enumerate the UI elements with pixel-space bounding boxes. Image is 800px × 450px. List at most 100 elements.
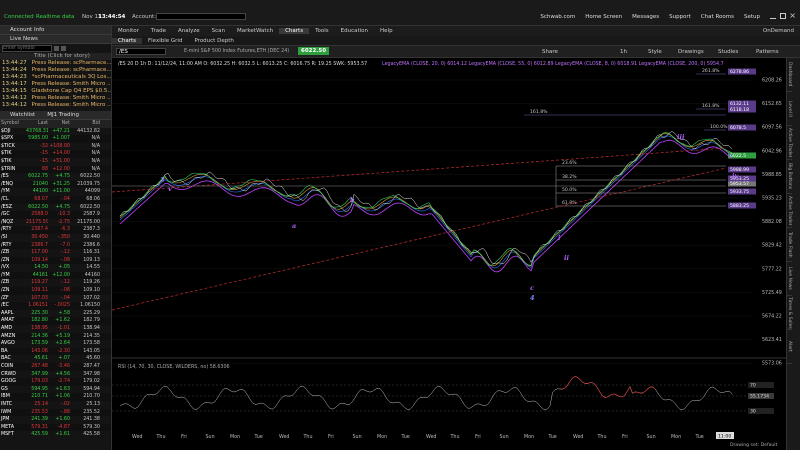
watchlist-row[interactable]: AAPL 225.30 +.58 225.29 xyxy=(0,310,111,318)
watchlist-row[interactable]: META 579.31 -4.87 579.30 xyxy=(0,423,111,432)
watchlist-row[interactable]: GS 594.95 +1.63 594.94 xyxy=(0,386,111,394)
account-field[interactable] xyxy=(156,13,246,20)
news-item[interactable]: 13:44:15 Gladstone Cap Q4 EPS $0.5... xyxy=(0,88,111,95)
watchlist-row[interactable]: /CL 68.07 -.04 68.06 xyxy=(0,195,111,204)
symbol-input[interactable] xyxy=(2,45,52,52)
col-net[interactable]: Net xyxy=(48,120,70,128)
watchlist-row[interactable]: /GC 2588.0 -10.3 2587.9 xyxy=(0,211,111,219)
wave-label[interactable]: iii xyxy=(677,133,685,141)
wave-label[interactable]: 4 xyxy=(530,294,535,302)
watchlist-row[interactable]: /EC 1.06151 -.0025 1.06150 xyxy=(0,302,111,310)
gadget-tab[interactable]: Active Trader xyxy=(787,194,792,228)
watchlist-label[interactable]: Watchlist xyxy=(10,111,35,119)
watchlist-row[interactable]: /VX 14.50 +.05 14.55 xyxy=(0,264,111,272)
maximize-icon[interactable] xyxy=(780,13,786,19)
drawings-menu[interactable]: Drawings xyxy=(678,49,704,55)
gadget-tab[interactable]: Alert xyxy=(787,330,792,364)
wave-label[interactable]: b xyxy=(350,196,355,204)
patterns-menu[interactable]: Patterns xyxy=(756,49,779,55)
tab-analyze[interactable]: Analyze xyxy=(172,28,206,34)
filter-icon[interactable] xyxy=(54,46,59,51)
price-chart[interactable]: /ES 20 D 1h D: 11/12/24, 11:00 AM O: 603… xyxy=(112,58,786,450)
watchlist-row[interactable]: BA 143.06 -2.30 143.05 xyxy=(0,347,111,356)
news-item[interactable]: 13:44:23 *scPharmaceuticals 3Q Los... xyxy=(0,74,111,81)
wave-label[interactable]: 3 xyxy=(160,176,165,184)
tab-monitor[interactable]: Monitor xyxy=(112,28,145,34)
wave-label[interactable]: ii xyxy=(564,254,569,262)
settings-icon[interactable] xyxy=(61,46,66,51)
watchlist-row[interactable]: COIN 287.48 -3.46 287.47 xyxy=(0,363,111,371)
watchlist-row[interactable]: IBM 210.71 +1.06 210.70 xyxy=(0,393,111,401)
tab-education[interactable]: Education xyxy=(335,28,374,34)
watchlist-row[interactable]: /ZN 109.14 -.08 109.13 xyxy=(0,256,111,265)
watchlist-row[interactable]: /RTY 2387.4 -6.3 2387.3 xyxy=(0,226,111,234)
watchlist-row[interactable]: /YM 44100 +11.00 44099 xyxy=(0,188,111,196)
account-info-header[interactable]: Account Info xyxy=(0,26,111,35)
gadget-tab[interactable]: Level II xyxy=(787,92,792,126)
watchlist-row[interactable]: $TIK -15 +14.00 N/A xyxy=(0,150,111,158)
watchlist-row[interactable]: AMAT 182.80 +1.62 182.79 xyxy=(0,317,111,326)
studies-menu[interactable]: Studies xyxy=(718,49,738,55)
watchlist-row[interactable]: INTC 25.14 -.02 25.13 xyxy=(0,401,111,409)
gadget-tab[interactable]: Dashboard xyxy=(787,58,792,92)
subtab-charts[interactable]: Charts xyxy=(112,37,142,44)
messages-link[interactable]: Messages xyxy=(632,14,659,20)
tab-charts[interactable]: Charts xyxy=(279,28,310,34)
news-item[interactable]: 13:44:17 Press Release: Smith Micro ... xyxy=(0,81,111,88)
ondemand-button[interactable]: OnDemand xyxy=(757,28,800,34)
watchlist-row[interactable]: /ENQ 21040 +31.25 21039.75 xyxy=(0,180,111,189)
watchlist-row[interactable]: $TIK -15 +51.00 N/A xyxy=(0,158,111,166)
watchlist-row[interactable]: MSFT 425.59 +1.61 425.58 xyxy=(0,431,111,439)
timeframe-selector[interactable]: 1h xyxy=(620,49,627,55)
watchlist-row[interactable]: /YM 44161 +12.00 44160 xyxy=(0,271,111,280)
wave-label[interactable]: iv xyxy=(732,172,738,180)
news-item[interactable]: 13:44:24 Press Release: scPharmace... xyxy=(0,67,111,74)
gadget-tab[interactable]: Live News xyxy=(787,262,792,296)
news-item[interactable]: 13:44:12 Press Release: Smith Micro ... xyxy=(0,102,111,109)
watchlist-row[interactable]: JPM 241.39 +1.60 241.38 xyxy=(0,416,111,424)
watchlist-row[interactable]: $SPX 5985.00 +1.007 N/A xyxy=(0,135,111,143)
watchlist-row[interactable]: GOOG 179.03 -2.74 179.02 xyxy=(0,378,111,386)
tab-help[interactable]: Help xyxy=(374,28,399,34)
watchlist-row[interactable]: $TICK -32 +108.00 N/A xyxy=(0,143,111,151)
home-screen-link[interactable]: Home Screen xyxy=(585,14,622,20)
tab-tools[interactable]: Tools xyxy=(309,28,335,34)
gadget-tab[interactable]: Big Buttons xyxy=(787,160,792,194)
watchlist-row[interactable]: IWM 235.53 -.88 235.52 xyxy=(0,408,111,417)
support-link[interactable]: Support xyxy=(669,14,691,20)
watchlist-row[interactable]: CRWD 347.99 +4.56 347.98 xyxy=(0,371,111,379)
subtab-product-depth[interactable]: Product Depth xyxy=(188,38,239,44)
tab-scan[interactable]: Scan xyxy=(206,28,231,34)
gadget-tab[interactable]: Times & Sales xyxy=(787,296,792,330)
schwab-link[interactable]: Schwab.com xyxy=(540,14,575,20)
share-button[interactable]: Share xyxy=(542,49,558,55)
watchlist-row[interactable]: $TRIN 88 +12.00 N/A xyxy=(0,165,111,174)
gadget-tab[interactable]: Trade Flash xyxy=(787,228,792,262)
chat-rooms-link[interactable]: Chat Rooms xyxy=(701,14,734,20)
watchlist-row[interactable]: /RTY 2386.7 -7.0 2386.6 xyxy=(0,241,111,250)
tab-trade[interactable]: Trade xyxy=(145,28,172,34)
subtab-flexible-grid[interactable]: Flexible Grid xyxy=(142,38,188,44)
style-menu[interactable]: Style xyxy=(648,49,662,55)
watchlist-row[interactable]: AMZN 214.36 +5.19 214.35 xyxy=(0,332,111,341)
watchlist-row[interactable]: /ZB 117.00 -.12 116.31 xyxy=(0,249,111,257)
watchlist-row[interactable]: $DJI 43768.31 +47.21 44132.82 xyxy=(0,128,111,136)
watchlist-row[interactable]: /ES 6022.75 +4.75 6022.50 xyxy=(0,173,111,181)
col-bid[interactable]: Bid xyxy=(70,120,102,128)
wave-label[interactable]: a xyxy=(292,222,296,230)
col-last[interactable]: Last xyxy=(26,120,48,128)
chart-symbol-input[interactable]: /ES xyxy=(116,48,166,55)
minimize-icon[interactable] xyxy=(770,13,776,19)
drawing-set-label[interactable]: Drawing set: Default xyxy=(730,442,778,448)
news-item[interactable]: 13:44:27 Press Release: scPharmace... xyxy=(0,60,111,67)
wave-label[interactable]: v xyxy=(168,185,172,193)
live-news-header[interactable]: Live News xyxy=(0,35,111,44)
gadget-tab[interactable]: Active Trader xyxy=(787,126,792,160)
watchlist-name[interactable]: MJ1 Trading xyxy=(47,111,79,119)
watchlist-row[interactable]: /ZN 109.11 -.08 109.10 xyxy=(0,287,111,295)
watchlist-row[interactable]: AVGO 173.59 +2.64 173.58 xyxy=(0,340,111,348)
watchlist-row[interactable]: /ZB 119.27 -.12 119.26 xyxy=(0,279,111,287)
watchlist-row[interactable]: /ZF 107.03 -.04 107.02 xyxy=(0,295,111,303)
watchlist-row[interactable]: /SI 30.450 -.350 30.440 xyxy=(0,234,111,242)
news-item[interactable]: 13:44:12 Press Release: Smith Micro ... xyxy=(0,95,111,102)
